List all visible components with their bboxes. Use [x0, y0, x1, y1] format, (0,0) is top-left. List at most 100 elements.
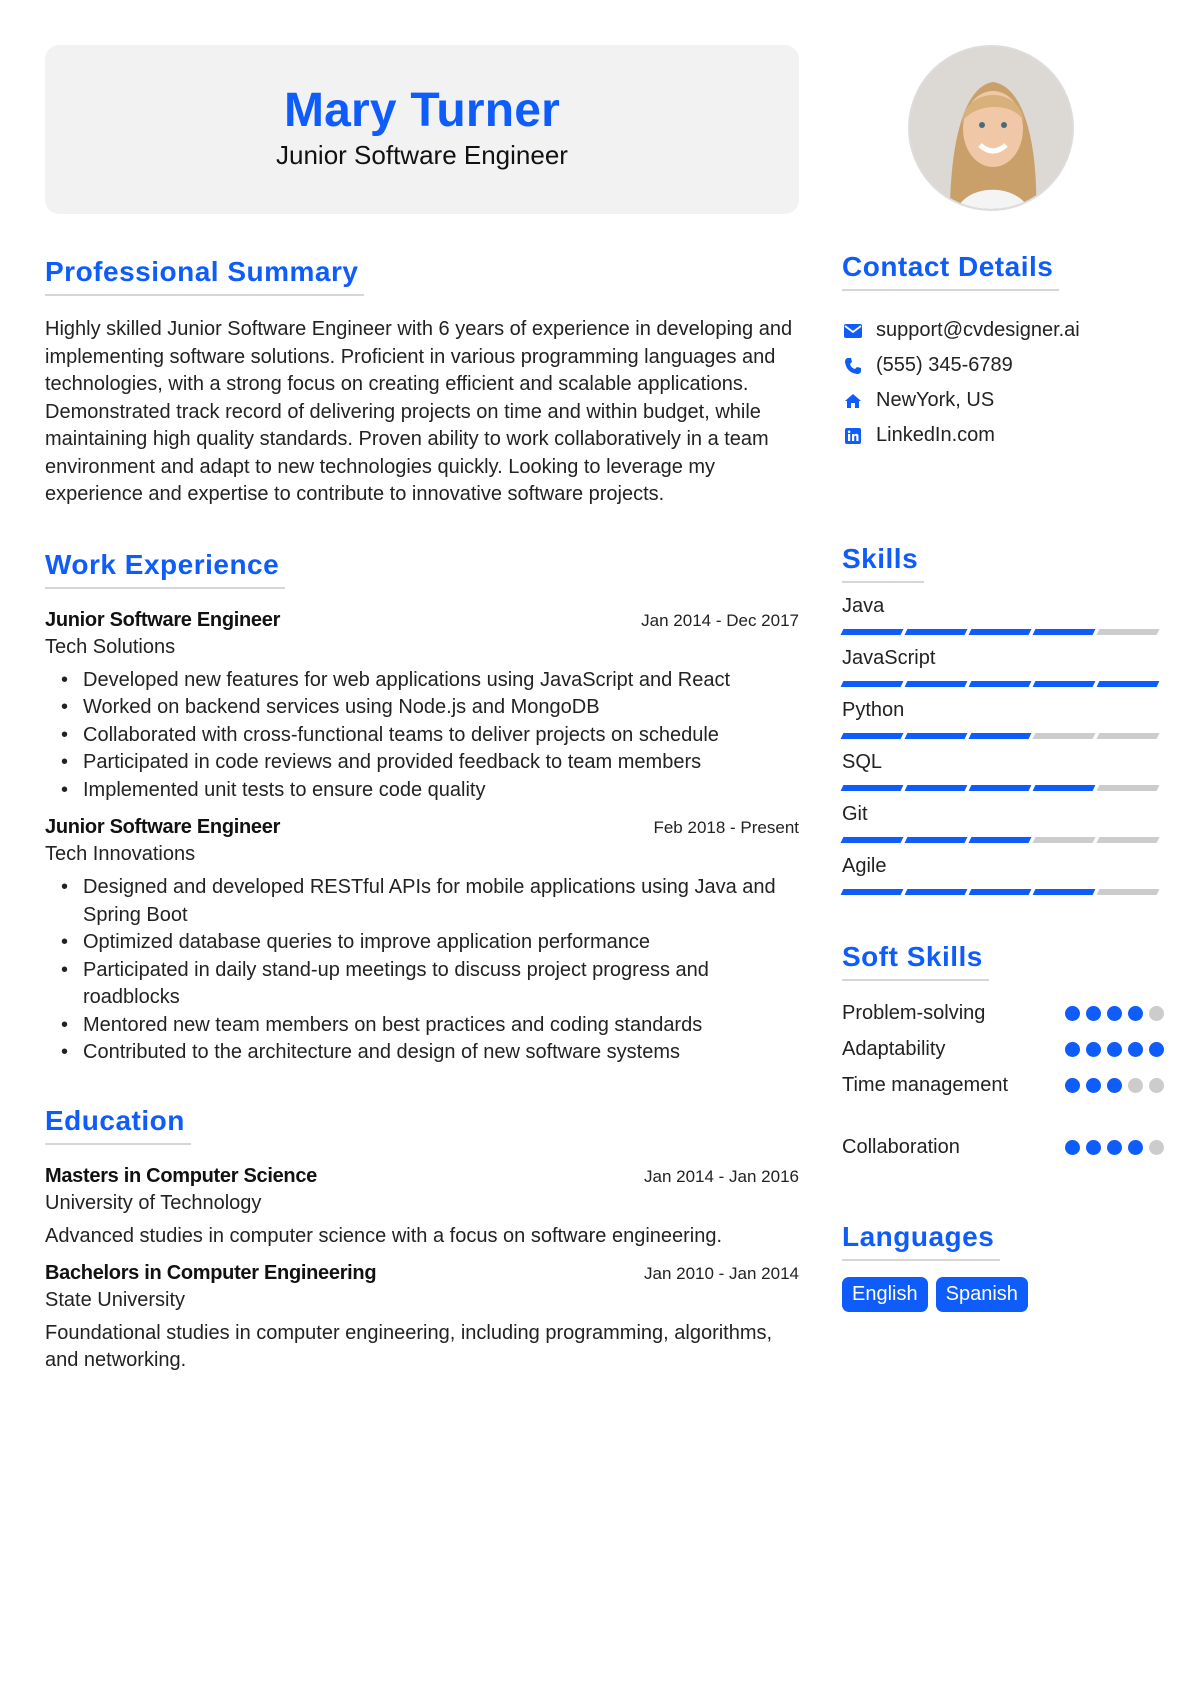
skill-segment-filled — [904, 681, 968, 687]
soft-skill-name: Collaboration — [842, 1135, 960, 1158]
education-dates: Jan 2010 - Jan 2014 — [643, 1263, 799, 1283]
job-bullet: Implemented unit tests to ensure code qu… — [61, 777, 799, 805]
work-entry: Junior Software Engineer Feb 2018 - Pres… — [45, 816, 799, 1067]
rating-dot-filled — [1107, 1041, 1122, 1057]
skills-section: Skills Java JavaScript Python SQL Git Agile — [840, 543, 1164, 895]
contact-linkedin[interactable]: LinkedIn.com — [842, 418, 1164, 453]
education-description: Advanced studies in computer science wit… — [45, 1224, 723, 1247]
skill-level-bar — [840, 733, 1164, 739]
rating-dot-filled — [1086, 1077, 1101, 1093]
skill-level-bar — [840, 785, 1164, 791]
rating-dot-filled — [1107, 1005, 1122, 1021]
skill-item: Java — [840, 593, 1164, 635]
job-title: Junior Software Engineer — [45, 608, 281, 631]
soft-skill-rating — [1065, 1139, 1164, 1155]
skill-name: SQL — [842, 751, 883, 773]
job-bullet: Mentored new team members on best practi… — [61, 1012, 799, 1040]
rating-dot-empty — [1149, 1139, 1164, 1155]
education-description: Foundational studies in computer enginee… — [45, 1321, 773, 1371]
contact-email[interactable]: support@cvdesigner.ai — [842, 313, 1164, 348]
job-bullet: Participated in daily stand-up meetings … — [61, 957, 799, 1012]
contact-section: Contact Details support@cvdesigner.ai (5… — [842, 251, 1164, 453]
company-name: Tech Solutions — [45, 635, 176, 658]
job-bullets: Designed and developed RESTful APIs for … — [45, 874, 799, 1067]
rating-dot-filled — [1128, 1005, 1143, 1021]
contact-heading: Contact Details — [842, 251, 1060, 291]
skill-name: Java — [842, 595, 885, 617]
main-column: Mary Turner Junior Software Engineer Pro… — [45, 45, 799, 1374]
work-experience-heading: Work Experience — [45, 549, 286, 589]
soft-skill-name: Adaptability — [842, 1037, 946, 1060]
skill-segment-empty — [1032, 837, 1096, 843]
rating-dot-empty — [1149, 1005, 1164, 1021]
skill-segment-filled — [968, 837, 1032, 843]
summary-heading: Professional Summary — [45, 256, 365, 296]
skill-level-bar — [840, 681, 1164, 687]
skill-segment-filled — [904, 837, 968, 843]
contact-location: NewYork, US — [842, 383, 1164, 418]
job-dates: Jan 2014 - Dec 2017 — [641, 610, 799, 630]
job-bullet: Designed and developed RESTful APIs for … — [61, 874, 799, 929]
skill-segment-empty — [1032, 733, 1096, 739]
job-bullets: Developed new features for web applicati… — [45, 667, 799, 805]
job-bullet: Contributed to the architecture and desi… — [61, 1039, 799, 1067]
contact-phone[interactable]: (555) 345-6789 — [842, 348, 1164, 383]
skill-name: Python — [842, 699, 905, 721]
languages-list: English Spanish — [842, 1277, 1164, 1312]
summary-text: Highly skilled Junior Software Engineer … — [45, 318, 793, 505]
skill-segment-filled — [968, 733, 1032, 739]
work-entry: Junior Software Engineer Jan 2014 - Dec … — [45, 609, 799, 805]
rating-dot-filled — [1107, 1139, 1122, 1155]
education-dates: Jan 2014 - Jan 2016 — [643, 1166, 799, 1186]
skill-item: JavaScript — [840, 645, 1164, 687]
job-title: Junior Software Engineer — [45, 816, 281, 838]
rating-dot-empty — [1128, 1077, 1143, 1093]
rating-dot-filled — [1128, 1041, 1143, 1057]
skill-segment-filled — [1032, 889, 1096, 895]
soft-skill-rating — [1065, 1077, 1164, 1093]
skill-segment-filled — [840, 889, 904, 895]
skill-level-bar — [840, 629, 1164, 635]
soft-skill-name: Problem-solving — [842, 1001, 986, 1024]
rating-dot-filled — [1065, 1139, 1080, 1155]
skill-segment-filled — [1032, 629, 1096, 635]
education-heading: Education — [45, 1105, 191, 1145]
rating-dot-filled — [1086, 1005, 1101, 1021]
linkedin-icon — [842, 425, 864, 447]
contact-phone-text: (555) 345-6789 — [876, 354, 1013, 376]
soft-skill-name: Time management — [842, 1073, 1008, 1096]
skill-name: Agile — [842, 855, 887, 877]
skill-segment-filled — [904, 733, 968, 739]
skill-item: Git — [840, 801, 1164, 843]
soft-skill-item: Adaptability — [842, 1031, 1164, 1067]
soft-skill-rating — [1065, 1041, 1164, 1057]
soft-skill-item: Time management — [842, 1067, 1164, 1103]
rating-dot-empty — [1149, 1077, 1164, 1093]
skill-segment-filled — [904, 629, 968, 635]
rating-dot-filled — [1086, 1041, 1101, 1057]
job-bullet: Worked on backend services using Node.js… — [61, 694, 799, 722]
contact-location-text: NewYork, US — [876, 389, 995, 411]
company-name: Tech Innovations — [45, 843, 196, 865]
skill-segment-empty — [1096, 733, 1160, 739]
skill-segment-filled — [840, 837, 904, 843]
rating-dot-filled — [1149, 1041, 1164, 1057]
skills-heading: Skills — [842, 543, 925, 583]
rating-dot-filled — [1107, 1077, 1122, 1093]
skill-segment-filled — [1096, 681, 1160, 687]
profile-photo — [908, 45, 1074, 211]
sidebar-column: Contact Details support@cvdesigner.ai (5… — [840, 45, 1164, 1312]
skill-segment-empty — [1096, 785, 1160, 791]
degree-title: Masters in Computer Science — [45, 1164, 317, 1187]
skill-segment-filled — [968, 785, 1032, 791]
rating-dot-filled — [1086, 1139, 1101, 1155]
header-card: Mary Turner Junior Software Engineer — [45, 45, 799, 214]
portrait-illustration — [910, 47, 1072, 209]
skill-level-bar — [840, 889, 1164, 895]
rating-dot-filled — [1065, 1077, 1080, 1093]
school-name: University of Technology — [45, 1191, 262, 1214]
rating-dot-filled — [1128, 1139, 1143, 1155]
skill-segment-filled — [1032, 681, 1096, 687]
soft-skill-item: Problem-solving — [842, 995, 1164, 1031]
contact-email-text: support@cvdesigner.ai — [876, 319, 1080, 341]
